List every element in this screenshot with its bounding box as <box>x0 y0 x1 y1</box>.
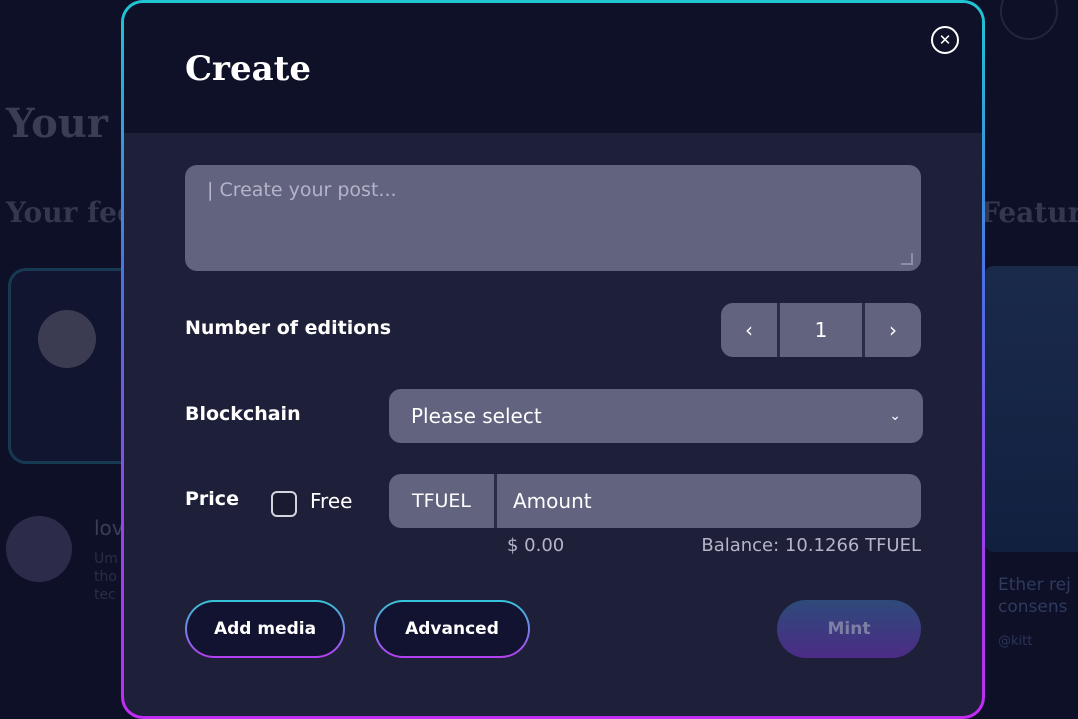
create-modal: Create ✕ | Create your post... Number of… <box>121 0 985 719</box>
featured-username: @kitt <box>998 634 1033 649</box>
decrement-button[interactable]: ‹ <box>721 303 777 357</box>
featured-caption-line: Ether rej <box>998 575 1071 595</box>
featured-caption: Ether rej consens <box>998 574 1078 618</box>
chevron-down-icon: ⌄ <box>889 408 901 424</box>
balance-text: Balance: 10.1266 TFUEL <box>701 535 921 556</box>
modal-title: Create <box>185 49 311 89</box>
blockchain-label: Blockchain <box>185 403 301 425</box>
post-placeholder: | Create your post... <box>207 179 397 201</box>
amount-input[interactable]: Amount <box>497 474 921 528</box>
editions-label: Number of editions <box>185 317 392 339</box>
feed-username: lov <box>94 516 124 540</box>
price-input-group: TFUEL Amount <box>389 474 921 528</box>
chevron-left-icon: ‹ <box>745 318 753 342</box>
featured-caption-line: consens <box>998 597 1068 617</box>
blockchain-selected: Please select <box>411 404 542 428</box>
editions-value[interactable]: 1 <box>777 303 865 357</box>
price-label: Price <box>185 488 239 510</box>
editions-stepper: ‹ 1 › <box>721 303 921 357</box>
free-checkbox[interactable] <box>271 491 297 517</box>
advanced-button[interactable]: Advanced <box>374 600 530 658</box>
resize-handle-icon[interactable] <box>901 253 913 265</box>
feed-heading: Your fee <box>6 196 135 229</box>
avatar <box>6 516 72 582</box>
close-icon: ✕ <box>938 30 952 49</box>
bell-icon <box>1000 0 1058 40</box>
chevron-right-icon: › <box>889 318 897 342</box>
increment-button[interactable]: › <box>865 303 921 357</box>
usd-value: $ 0.00 <box>507 535 565 556</box>
currency-label[interactable]: TFUEL <box>389 474 497 528</box>
mint-button[interactable]: Mint <box>777 600 921 658</box>
close-button[interactable]: ✕ <box>931 26 959 54</box>
featured-heading: Feature <box>980 196 1078 229</box>
post-input[interactable]: | Create your post... <box>185 165 921 271</box>
blockchain-select[interactable]: Please select ⌄ <box>389 389 923 443</box>
avatar <box>38 310 96 368</box>
add-media-button[interactable]: Add media <box>185 600 345 658</box>
featured-image <box>984 266 1078 552</box>
modal-body: Create ✕ | Create your post... Number of… <box>124 3 982 716</box>
free-label: Free <box>310 489 353 513</box>
